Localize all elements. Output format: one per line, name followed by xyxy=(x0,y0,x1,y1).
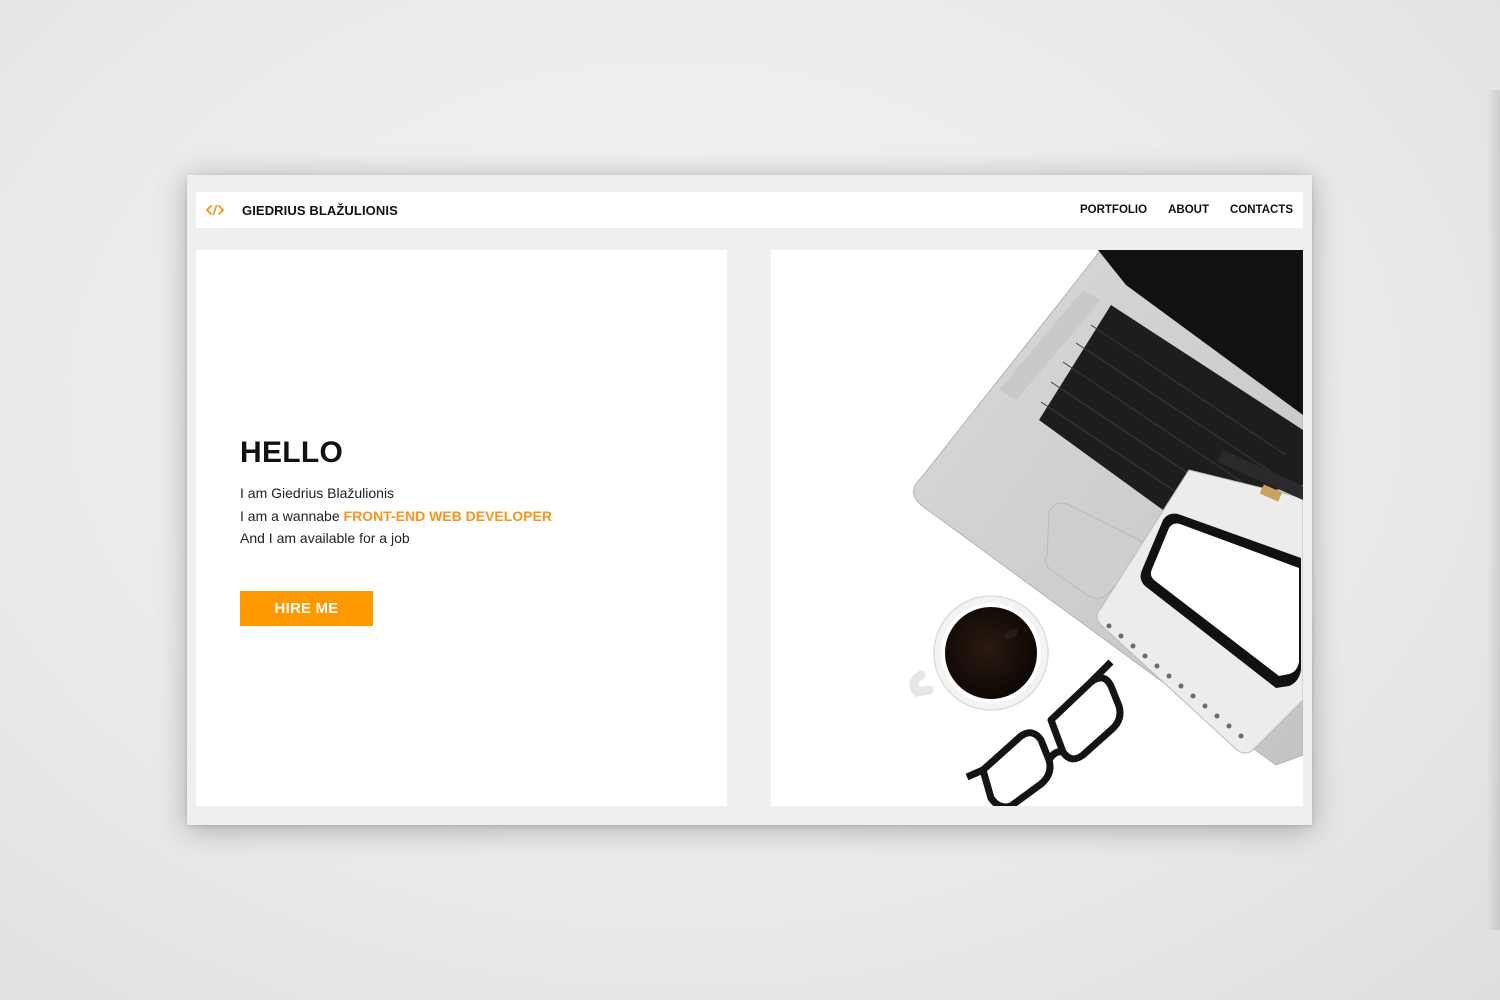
intro-role-prefix: I am a wannabe xyxy=(240,507,344,524)
intro-role-highlight: FRONT-END WEB DEVELOPER xyxy=(343,507,552,524)
top-navbar: GIEDRIUS BLAŽULIONIS PORTFOLIO ABOUT CON… xyxy=(196,192,1303,228)
laptop-workspace-image xyxy=(909,250,1303,806)
adjacent-screen-shadow xyxy=(1486,90,1500,930)
hero-heading: HELLO xyxy=(240,436,344,469)
nav-contacts-link[interactable]: CONTACTS xyxy=(1230,204,1293,216)
code-brackets-icon-svg xyxy=(206,204,224,216)
code-brackets-icon[interactable] xyxy=(206,203,224,217)
intro-line-role: I am a wannabe FRONT-END WEB DEVELOPER xyxy=(240,505,552,528)
nav-links: PORTFOLIO ABOUT CONTACTS xyxy=(1080,204,1293,216)
intro-line-name: I am Giedrius Blažulionis xyxy=(240,485,395,501)
nav-portfolio-link[interactable]: PORTFOLIO xyxy=(1080,204,1147,216)
hero-image-panel xyxy=(771,250,1303,806)
intro-line-availability: And I am available for a job xyxy=(240,530,410,546)
hero-intro: I am Giedrius Blažulionis I am a wannabe… xyxy=(240,482,552,550)
website-screenshot-frame: GIEDRIUS BLAŽULIONIS PORTFOLIO ABOUT CON… xyxy=(187,175,1312,825)
hero-text-panel: HELLO I am Giedrius Blažulionis I am a w… xyxy=(196,250,727,806)
nav-about-link[interactable]: ABOUT xyxy=(1168,204,1209,216)
brand-name[interactable]: GIEDRIUS BLAŽULIONIS xyxy=(242,203,398,218)
hire-me-button[interactable]: HIRE ME xyxy=(240,591,373,626)
